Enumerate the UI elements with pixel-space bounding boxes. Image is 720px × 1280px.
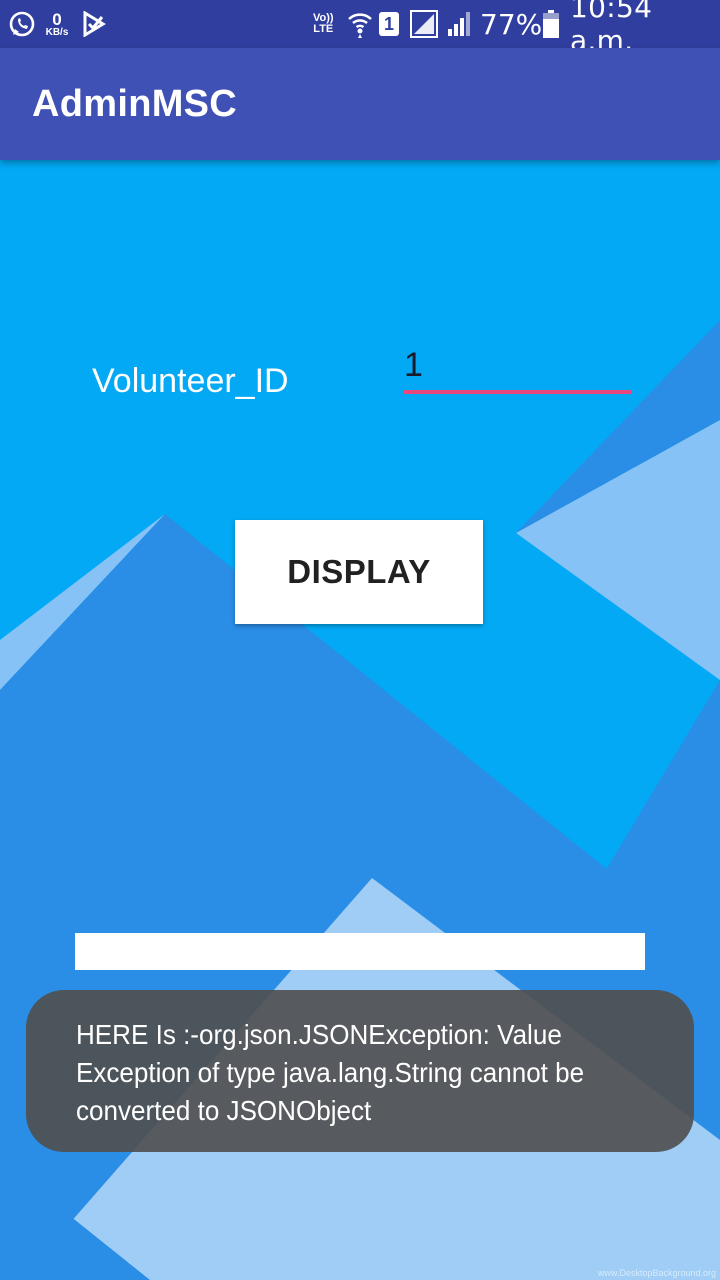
status-bar: 0 KB/s Vo)) LTE 1 77% 10:54 a.m. — [0, 0, 720, 57]
data-speed-indicator: 0 KB/s — [42, 0, 72, 48]
wifi-icon — [347, 0, 373, 48]
battery-percent: 77% — [480, 7, 543, 41]
sim-slot-label: 1 — [383, 13, 394, 34]
volunteer-id-label: Volunteer_ID — [92, 362, 289, 400]
app-title: AdminMSC — [32, 83, 238, 125]
toast-text: HERE Is :-org.json.JSONException: Value … — [76, 1019, 585, 1126]
signal-bars-icon — [447, 0, 473, 48]
toast-message: HERE Is :-org.json.JSONException: Value … — [26, 990, 694, 1152]
signal-icon — [410, 0, 438, 48]
volte-bottom-label: LTE — [313, 23, 334, 35]
data-speed-value: 0 — [52, 9, 62, 29]
volunteer-id-input[interactable] — [404, 340, 632, 394]
clock: 10:54 a.m. — [570, 0, 653, 57]
whatsapp-icon — [8, 0, 36, 48]
volte-indicator: Vo)) LTE — [313, 0, 334, 48]
download-check-icon — [82, 0, 106, 48]
sim-icon: 1 — [378, 0, 400, 48]
result-text-field — [75, 933, 645, 970]
data-speed-unit: KB/s — [45, 26, 69, 38]
display-button[interactable]: DISPLAY — [235, 520, 483, 624]
app-bar: AdminMSC — [0, 48, 720, 160]
watermark: www.DesktopBackground.org — [597, 1268, 716, 1278]
battery-icon — [542, 0, 560, 48]
